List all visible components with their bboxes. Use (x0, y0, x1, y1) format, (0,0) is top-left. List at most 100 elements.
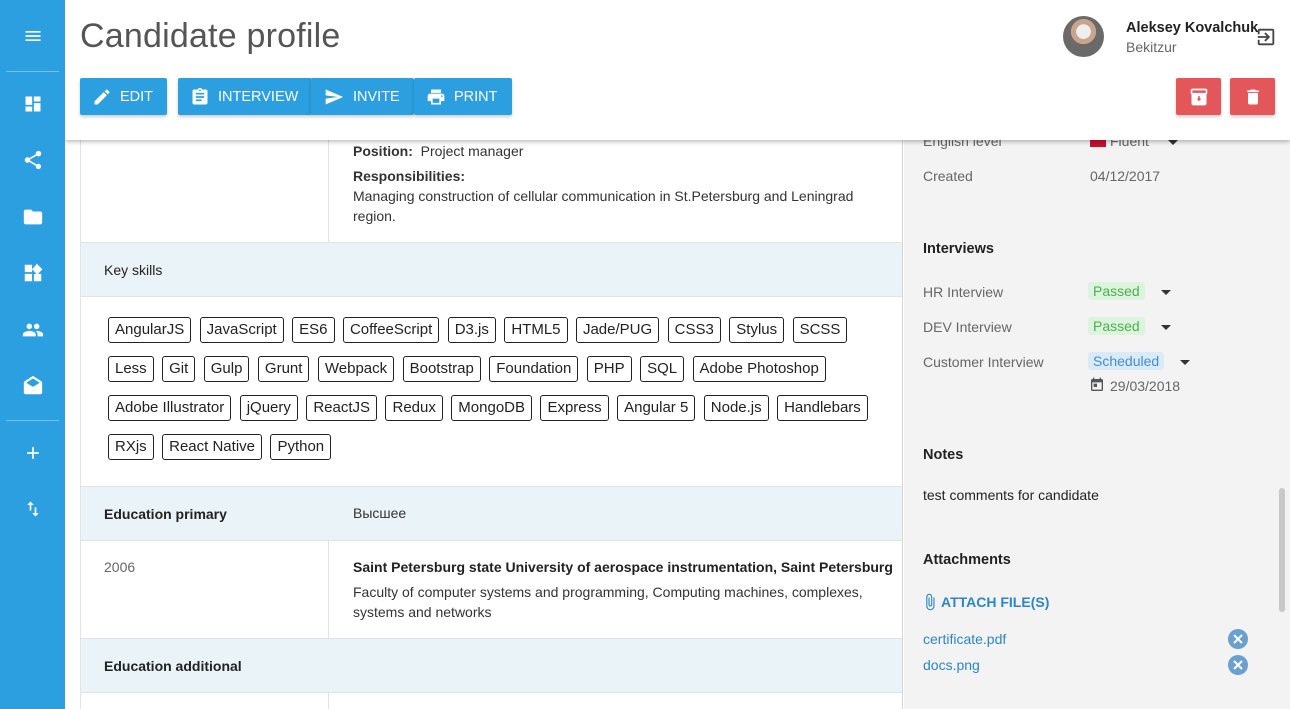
skills-list: AngularJS JavaScript ES6 CoffeeScript D3… (108, 317, 888, 473)
skill-chip: Bootstrap (402, 356, 481, 382)
skill-chip: ReactJS (306, 395, 378, 421)
skill-chip: Stylus (729, 317, 785, 343)
edit-button-label: EDIT (120, 88, 154, 105)
key-skills-header: Key skills (81, 243, 902, 297)
attachment-link[interactable]: certificate.pdf (923, 631, 1006, 647)
chevron-down-icon[interactable] (1161, 325, 1171, 330)
calendar-icon (1089, 377, 1105, 393)
skill-chip: D3.js (447, 317, 496, 343)
skill-chip: Git (162, 356, 196, 382)
print-button[interactable]: PRINT (414, 78, 512, 115)
interview-name: DEV Interview (923, 319, 1012, 335)
skill-chip: AngularJS (108, 317, 192, 343)
status-badge: Passed (1088, 317, 1145, 335)
interviews-heading: Interviews (923, 241, 994, 257)
header: Candidate profile Aleksey Kovalchuk Beki… (65, 0, 1290, 140)
scrollbar[interactable] (1279, 488, 1285, 612)
status-badge: Scheduled (1088, 352, 1165, 370)
skill-chip: Foundation (489, 356, 579, 382)
chevron-down-icon[interactable] (1168, 140, 1178, 145)
remove-attachment-icon[interactable] (1228, 629, 1248, 649)
skill-chip: Angular 5 (617, 395, 696, 421)
dashboard-icon[interactable] (0, 84, 65, 124)
education-additional-label: Education additional (104, 658, 242, 674)
print-button-label: PRINT (454, 88, 498, 105)
education-school: Saint Petersburg state University of aer… (353, 559, 893, 575)
skill-chip: ES6 (292, 317, 335, 343)
edit-button[interactable]: EDIT (80, 78, 168, 115)
delete-button[interactable] (1230, 78, 1275, 115)
skill-chip: Redux (385, 395, 443, 421)
folder-icon[interactable] (0, 197, 65, 237)
position-line: Position: Project manager (353, 141, 523, 161)
skill-chip: Handlebars (777, 395, 868, 421)
skill-chip: Adobe Illustrator (108, 395, 232, 421)
attach-files-button[interactable]: ATTACH FILE(S) (921, 593, 1049, 611)
printer-icon (427, 89, 445, 104)
position-label: Position: (353, 143, 413, 159)
share-icon[interactable] (0, 140, 65, 180)
education-year: 2006 (104, 559, 136, 575)
chevron-down-icon[interactable] (1161, 290, 1171, 295)
main-content: Position: Project manager Responsibiliti… (80, 140, 903, 709)
skill-chip: Node.js (703, 395, 769, 421)
trash-icon (1246, 89, 1259, 104)
education-additional-row: Education additional (81, 639, 902, 693)
skill-chip: Python (270, 434, 332, 460)
interview-name: Customer Interview (923, 354, 1044, 370)
skill-chip: RXjs (108, 434, 154, 460)
archive-button[interactable] (1176, 78, 1221, 115)
skill-chip: SCSS (792, 317, 848, 343)
education-primary-row: Education primary Высшее (81, 487, 902, 541)
skill-chip: Adobe Photoshop (692, 356, 826, 382)
skill-chip: Less (108, 356, 154, 382)
skill-chip: React Native (162, 434, 262, 460)
send-icon (325, 89, 344, 104)
skill-chip: PHP (586, 356, 632, 382)
interview-date: 29/03/2018 (1110, 378, 1181, 394)
skill-chip: JavaScript (199, 317, 284, 343)
clipboard-icon (192, 87, 208, 104)
skill-chip: CoffeeScript (342, 317, 440, 343)
skill-chip: Jade/PUG (575, 317, 660, 343)
sidebar-divider (6, 420, 59, 421)
invite-button[interactable]: INVITE (311, 78, 414, 115)
education-additional-content (81, 693, 902, 709)
chevron-down-icon[interactable] (1180, 360, 1190, 365)
attach-files-label: ATTACH FILE(S) (941, 594, 1050, 610)
skill-chip: MongoDB (451, 395, 532, 421)
drafts-icon[interactable] (0, 366, 65, 406)
education-details: Faculty of computer systems and programm… (353, 584, 863, 620)
paperclip-icon (926, 593, 935, 611)
education-primary-label: Education primary (104, 506, 227, 522)
user-menu[interactable]: Aleksey Kovalchuk Bekitzur (1063, 16, 1263, 60)
sidebar (0, 0, 65, 709)
menu-icon[interactable] (0, 16, 65, 56)
skill-chip: CSS3 (667, 317, 721, 343)
attachment-link[interactable]: docs.png (923, 657, 980, 673)
skill-chip: Gulp (203, 356, 250, 382)
avatar[interactable] (1063, 16, 1104, 57)
archive-icon (1190, 88, 1207, 105)
attachments-heading: Attachments (923, 552, 1011, 568)
sidebar-divider (6, 71, 59, 72)
responsibilities-text: Managing construction of cellular commun… (353, 188, 854, 224)
widgets-icon[interactable] (0, 253, 65, 293)
skill-chip: SQL (640, 356, 685, 382)
responsibilities-label: Responsibilities: (353, 168, 466, 184)
column-divider (328, 140, 329, 243)
logout-icon[interactable] (1255, 26, 1277, 48)
notes-text: test comments for candidate (923, 487, 1099, 503)
created-label: Created (923, 168, 973, 184)
people-icon[interactable] (0, 310, 65, 350)
add-icon[interactable] (0, 433, 65, 473)
skill-chip: Webpack (317, 356, 395, 382)
swap-vertical-icon[interactable] (0, 489, 65, 529)
user-name: Aleksey Kovalchuk (1126, 20, 1259, 36)
page-title: Candidate profile (80, 17, 341, 55)
interview-button[interactable]: INTERVIEW (178, 78, 313, 115)
user-company: Bekitzur (1126, 39, 1177, 55)
remove-attachment-icon[interactable] (1228, 655, 1248, 675)
position-value: Project manager (420, 143, 524, 159)
column-divider (328, 541, 329, 639)
